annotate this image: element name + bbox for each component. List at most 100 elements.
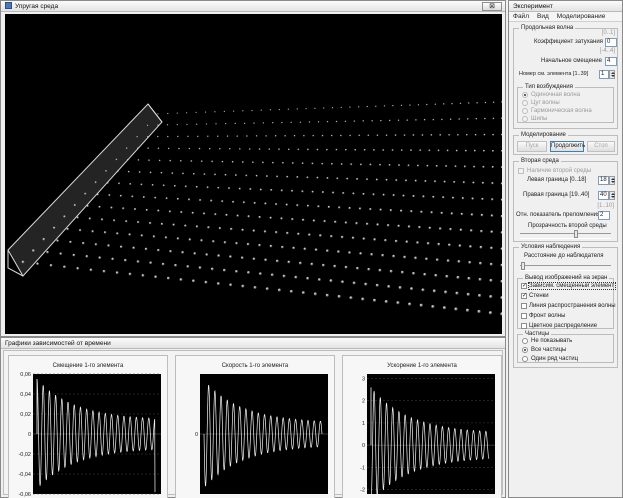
particle bbox=[410, 149, 413, 152]
particle bbox=[364, 282, 368, 286]
second-medium-group: Вторая среда Наличие второй среды Левая … bbox=[513, 157, 618, 242]
excitation-spikes-radio[interactable] bbox=[522, 116, 528, 122]
particle bbox=[335, 148, 338, 151]
longitudinal-wave-legend: Продольная волна bbox=[519, 24, 576, 32]
start-button[interactable]: Пуск bbox=[517, 141, 547, 152]
particle bbox=[435, 164, 438, 168]
particle bbox=[492, 133, 495, 136]
close-button[interactable]: ⊠ bbox=[482, 2, 502, 11]
particle bbox=[255, 174, 258, 177]
particle bbox=[389, 209, 393, 212]
particle bbox=[378, 268, 382, 272]
particle bbox=[148, 159, 151, 162]
particle bbox=[491, 182, 494, 185]
particle bbox=[338, 206, 341, 209]
walls-checkbox[interactable] bbox=[521, 292, 527, 300]
particle bbox=[167, 135, 169, 138]
particle bbox=[252, 229, 256, 232]
continue-button[interactable]: Продолжить bbox=[550, 141, 585, 152]
particle bbox=[375, 105, 377, 108]
particle bbox=[241, 284, 245, 288]
particle bbox=[482, 149, 486, 152]
particle bbox=[440, 211, 444, 215]
particle bbox=[451, 102, 453, 105]
particle bbox=[108, 194, 111, 197]
particle bbox=[290, 189, 294, 193]
stop-button[interactable]: Стоп bbox=[587, 141, 615, 152]
particle bbox=[500, 198, 502, 202]
shift-input[interactable]: 4 bbox=[605, 57, 617, 66]
excitation-train-radio[interactable] bbox=[522, 100, 528, 106]
particle bbox=[382, 149, 385, 152]
particle bbox=[423, 118, 426, 121]
particle bbox=[46, 250, 49, 254]
y-tick-label: 0,04 bbox=[20, 392, 31, 398]
particle bbox=[290, 121, 293, 124]
particle bbox=[391, 149, 394, 152]
particle bbox=[384, 238, 387, 242]
wave-front-checkbox[interactable] bbox=[521, 313, 527, 319]
simulation-title: Упругая среда bbox=[15, 3, 59, 10]
particle bbox=[326, 148, 328, 151]
particle bbox=[455, 149, 458, 152]
particle bbox=[301, 291, 305, 295]
color-distribution-checkbox[interactable] bbox=[521, 323, 527, 329]
right-boundary-input[interactable]: 40 bbox=[598, 191, 609, 200]
particle bbox=[465, 133, 468, 136]
particle bbox=[223, 110, 226, 113]
particle bbox=[260, 109, 263, 112]
particle bbox=[98, 256, 102, 260]
particle-viewport[interactable] bbox=[5, 14, 502, 334]
particle bbox=[210, 199, 213, 202]
wave-line-label: Линия распространения волны bbox=[529, 303, 616, 309]
distance-slider[interactable] bbox=[520, 262, 611, 271]
left-boundary-spinner[interactable] bbox=[609, 176, 615, 185]
particle bbox=[392, 254, 396, 258]
particle bbox=[432, 289, 436, 293]
element-number-spinner[interactable] bbox=[609, 70, 615, 79]
particle bbox=[149, 171, 152, 174]
particle bbox=[500, 182, 502, 185]
transparency-slider[interactable] bbox=[520, 230, 611, 239]
menu-modeling[interactable]: Моделирование bbox=[553, 12, 610, 22]
transparency-slider-thumb[interactable] bbox=[573, 230, 578, 238]
particle bbox=[417, 104, 420, 106]
particle bbox=[248, 148, 251, 151]
particle bbox=[394, 134, 397, 137]
particle bbox=[232, 200, 235, 204]
particle bbox=[63, 265, 66, 269]
particle bbox=[234, 122, 237, 125]
particle bbox=[293, 134, 296, 137]
y-tick-label: -0,04 bbox=[18, 472, 31, 478]
particle bbox=[408, 302, 412, 306]
particle bbox=[285, 203, 288, 206]
right-boundary-spinner[interactable] bbox=[609, 191, 615, 200]
particle bbox=[119, 194, 122, 197]
refraction-input[interactable]: 2 bbox=[598, 211, 610, 220]
particle bbox=[382, 193, 385, 196]
distance-slider-thumb[interactable] bbox=[521, 262, 525, 270]
particles-all-radio[interactable] bbox=[522, 347, 528, 353]
menu-view[interactable]: Вид bbox=[533, 12, 553, 22]
particle bbox=[281, 121, 283, 124]
second-medium-checkbox[interactable] bbox=[518, 168, 524, 174]
particle bbox=[409, 104, 411, 107]
excitation-single-radio[interactable] bbox=[522, 92, 528, 98]
damping-input[interactable]: 0 bbox=[605, 38, 617, 47]
particle bbox=[419, 149, 422, 152]
wave-line-checkbox[interactable] bbox=[521, 303, 527, 309]
element-number-input[interactable]: 1 bbox=[599, 70, 609, 79]
particle bbox=[349, 296, 353, 300]
particles-one-row-radio[interactable] bbox=[522, 356, 528, 362]
wave-front-label: Фронт волны bbox=[529, 313, 566, 319]
track-element-checkbox[interactable] bbox=[521, 282, 527, 290]
particles-none-radio[interactable] bbox=[522, 338, 528, 344]
left-boundary-input[interactable]: 18 bbox=[598, 176, 609, 185]
excitation-harmonic-radio[interactable] bbox=[522, 108, 528, 114]
menu-file[interactable]: Файл bbox=[509, 12, 533, 22]
particle bbox=[222, 268, 226, 272]
particle bbox=[280, 217, 283, 220]
particle bbox=[303, 134, 305, 137]
particle bbox=[344, 148, 347, 151]
particle bbox=[196, 123, 198, 126]
